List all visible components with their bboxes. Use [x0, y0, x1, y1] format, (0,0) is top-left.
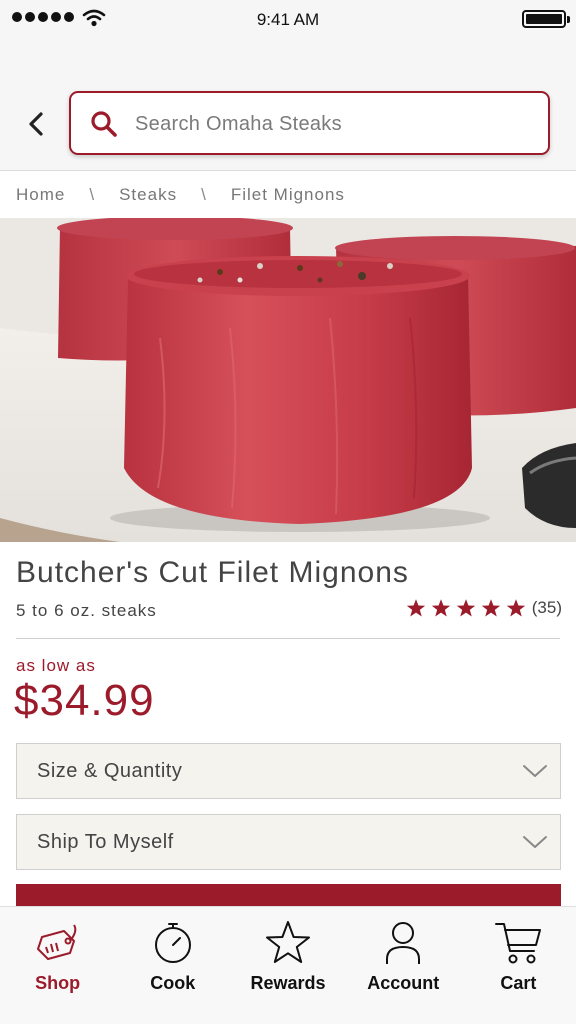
review-count: (35): [531, 598, 562, 617]
back-button[interactable]: [20, 108, 52, 140]
star-icon: [481, 599, 500, 617]
rating-stars: [406, 598, 526, 618]
product-price: $34.99: [14, 676, 155, 725]
tab-label: Rewards: [250, 973, 326, 993]
size-quantity-select[interactable]: Size & Quantity: [16, 743, 561, 799]
star-icon: [406, 599, 425, 617]
breadcrumb-steaks[interactable]: Steaks: [119, 185, 177, 205]
search-input[interactable]: [135, 105, 535, 143]
product-rating[interactable]: (35): [406, 598, 562, 618]
product-image: [0, 218, 576, 542]
tab-cook[interactable]: Cook: [115, 907, 230, 1024]
tab-shop[interactable]: Shop: [0, 907, 115, 1024]
search-icon: [91, 111, 117, 137]
person-icon: [386, 922, 421, 964]
breadcrumb: Home \ Steaks \ Filet Mignons: [16, 184, 345, 206]
divider: [16, 638, 560, 639]
chevron-left-icon: [29, 112, 43, 136]
breadcrumb-separator: \: [89, 185, 96, 204]
size-quantity-label: Size & Quantity: [37, 759, 183, 782]
star-icon: [506, 599, 525, 617]
star-icon: [266, 921, 310, 963]
tag-icon: [36, 924, 76, 960]
battery-icon: [522, 10, 570, 28]
status-bar: 9:41 AM: [0, 0, 576, 40]
tab-label: Cart: [500, 973, 537, 993]
tab-rewards[interactable]: Rewards: [230, 907, 345, 1024]
tab-cart[interactable]: Cart: [461, 907, 576, 1024]
breadcrumb-home[interactable]: Home: [16, 185, 65, 205]
filet-mignon-photo: [0, 218, 576, 542]
breadcrumb-filet-mignons[interactable]: Filet Mignons: [231, 185, 345, 205]
search-header: [0, 40, 576, 171]
star-icon: [431, 599, 450, 617]
tab-bar: Shop Cook Rewards Account Cart: [0, 906, 576, 1024]
star-icon: [456, 599, 475, 617]
search-bar[interactable]: [69, 91, 550, 155]
chevron-down-icon: [523, 836, 547, 848]
chevron-down-icon: [523, 765, 547, 777]
breadcrumb-separator: \: [201, 185, 207, 204]
product-subtitle: 5 to 6 oz. steaks: [16, 601, 157, 620]
tab-label: Shop: [35, 973, 81, 993]
tab-label: Account: [367, 973, 440, 993]
ship-to-select[interactable]: Ship To Myself: [16, 814, 561, 870]
ship-to-label: Ship To Myself: [37, 830, 174, 853]
tab-account[interactable]: Account: [346, 907, 461, 1024]
cart-icon: [495, 923, 542, 964]
status-time: 9:41 AM: [256, 10, 320, 29]
product-title: Butcher's Cut Filet Mignons: [16, 556, 409, 589]
price-label: as low as: [16, 656, 96, 675]
tab-label: Cook: [150, 973, 196, 993]
timer-icon: [154, 923, 191, 963]
